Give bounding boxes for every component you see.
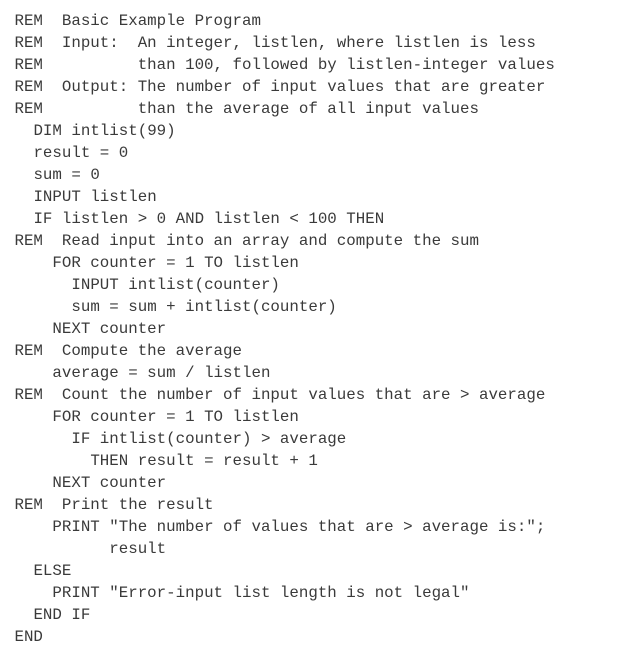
code-line: NEXT counter bbox=[52, 320, 167, 338]
code-line: result bbox=[109, 540, 167, 558]
code-line: REM than the average of all input values bbox=[14, 100, 479, 118]
code-line: sum = 0 bbox=[33, 166, 100, 184]
code-line: REM Compute the average bbox=[14, 342, 242, 360]
code-line: REM Basic Example Program bbox=[14, 12, 261, 30]
code-line: REM Print the result bbox=[14, 496, 214, 514]
code-line: average = sum / listlen bbox=[52, 364, 271, 382]
code-line: sum = sum + intlist(counter) bbox=[71, 298, 337, 316]
code-line: IF listlen > 0 AND listlen < 100 THEN bbox=[33, 210, 385, 228]
code-listing: REM Basic Example Program REM Input: An i… bbox=[0, 10, 637, 648]
code-line: REM Input: An integer, listlen, where li… bbox=[14, 34, 536, 52]
code-line: IF intlist(counter) > average bbox=[71, 430, 347, 448]
code-line: THEN result = result + 1 bbox=[90, 452, 318, 470]
code-line: FOR counter = 1 TO listlen bbox=[52, 254, 299, 272]
code-line: DIM intlist(99) bbox=[33, 122, 176, 140]
code-line: INPUT intlist(counter) bbox=[71, 276, 280, 294]
code-line: PRINT "The number of values that are > a… bbox=[52, 518, 546, 536]
code-line: result = 0 bbox=[33, 144, 129, 162]
code-line: REM Count the number of input values tha… bbox=[14, 386, 546, 404]
code-line: INPUT listlen bbox=[33, 188, 157, 206]
code-line: REM than 100, followed by listlen-intege… bbox=[14, 56, 555, 74]
code-line: REM Read input into an array and compute… bbox=[14, 232, 479, 250]
code-line: NEXT counter bbox=[52, 474, 167, 492]
code-line: END IF bbox=[33, 606, 91, 624]
code-line: END bbox=[14, 628, 43, 646]
code-line: FOR counter = 1 TO listlen bbox=[52, 408, 299, 426]
code-line: PRINT "Error-input list length is not le… bbox=[52, 584, 470, 602]
code-line: REM Output: The number of input values t… bbox=[14, 78, 546, 96]
code-line: ELSE bbox=[33, 562, 72, 580]
